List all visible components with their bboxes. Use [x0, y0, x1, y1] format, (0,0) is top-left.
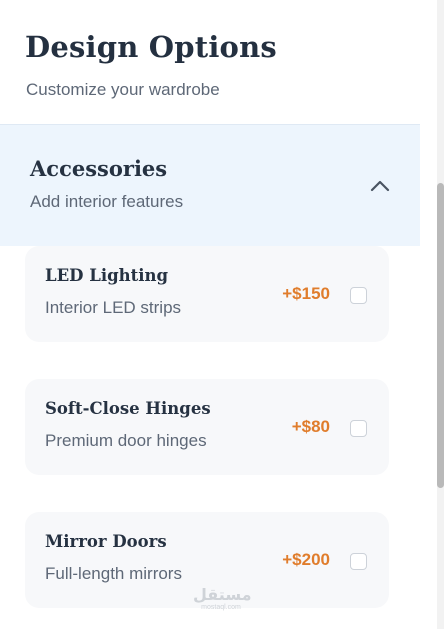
option-price: +$80 — [291, 417, 330, 436]
scrollbar-track[interactable] — [437, 0, 444, 629]
section-subtitle: Add interior features — [30, 192, 184, 211]
option-price: +$150 — [282, 284, 330, 303]
option-description: Premium door hinges — [45, 431, 207, 450]
option-checkbox[interactable] — [350, 420, 367, 437]
option-checkbox[interactable] — [350, 553, 367, 570]
watermark-logo: مستقل mostaql.com — [193, 587, 252, 612]
page-title: Design Options — [25, 30, 277, 64]
option-card-led-lighting[interactable]: LED Lighting Interior LED strips +$150 — [25, 246, 389, 342]
page-subtitle: Customize your wardrobe — [26, 80, 220, 99]
option-name: Soft-Close Hinges — [45, 399, 211, 418]
option-card-soft-close-hinges[interactable]: Soft-Close Hinges Premium door hinges +$… — [25, 379, 389, 475]
accessories-section-header[interactable]: Accessories Add interior features — [0, 124, 420, 246]
chevron-up-icon[interactable] — [369, 178, 391, 194]
watermark-arabic: مستقل — [193, 587, 252, 604]
option-checkbox[interactable] — [350, 287, 367, 304]
option-name: Mirror Doors — [45, 532, 167, 551]
section-title: Accessories — [30, 156, 168, 181]
design-options-panel: Design Options Customize your wardrobe A… — [0, 0, 420, 629]
watermark-latin: mostaql.com — [201, 604, 241, 611]
option-description: Full-length mirrors — [45, 564, 182, 583]
scrollbar-thumb[interactable] — [437, 183, 444, 488]
option-price: +$200 — [282, 550, 330, 569]
option-description: Interior LED strips — [45, 298, 182, 317]
option-name: LED Lighting — [45, 266, 169, 285]
